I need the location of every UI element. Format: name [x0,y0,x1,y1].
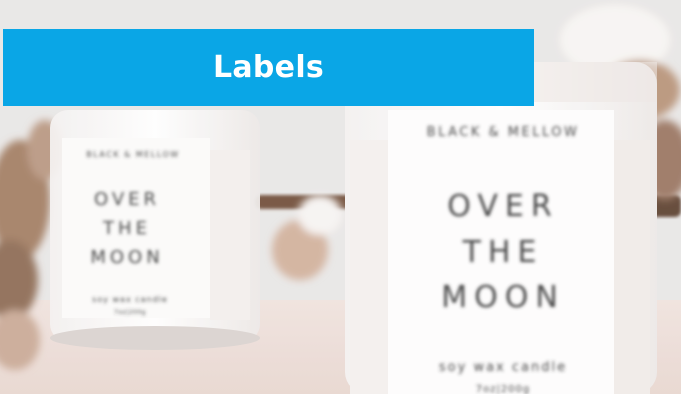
banner-title: Labels [212,50,325,85]
category-banner[interactable]: Labels [3,29,534,106]
